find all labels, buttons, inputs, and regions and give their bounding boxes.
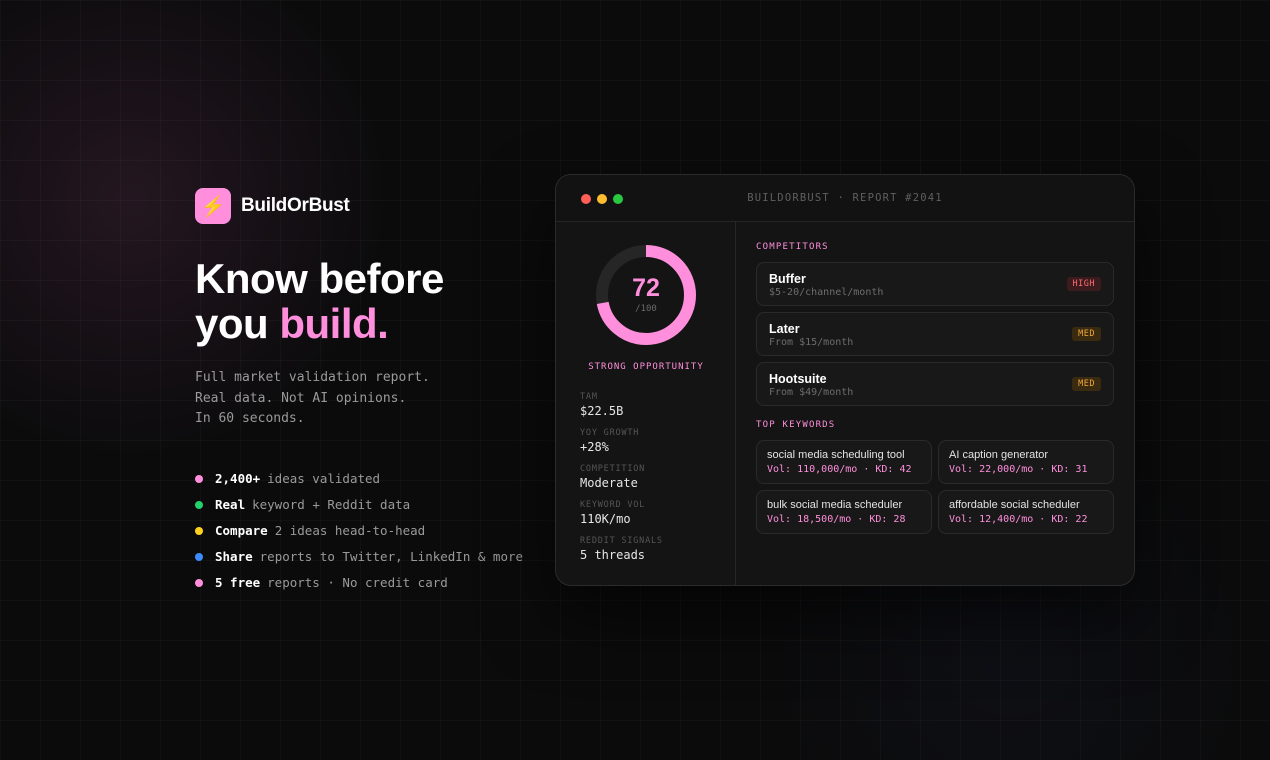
report-window: BUILDORBUST · REPORT #2041 72 /100 STRON…	[555, 174, 1135, 586]
stat-label: REDDIT SIGNALS	[580, 536, 663, 546]
keyword-term: social media scheduling tool	[767, 449, 905, 461]
stat-label: COMPETITION	[580, 464, 646, 474]
feature-bold: 5 free	[215, 575, 261, 590]
feature-text: reports to Twitter, LinkedIn & more	[259, 549, 524, 564]
keyword-card[interactable]: affordable social scheduler Vol: 12,400/…	[938, 490, 1114, 534]
competitor-price: From $49/month	[769, 387, 854, 398]
keyword-stats: Vol: 22,000/mo · KD: 31	[949, 464, 1088, 475]
feature-bold: Compare	[215, 523, 268, 538]
hero-section: ⚡ BuildOrBust Know before you build. Ful…	[195, 188, 535, 596]
keywords-title: TOP KEYWORDS	[756, 420, 836, 430]
keyword-term: affordable social scheduler	[949, 499, 1080, 511]
headline: Know before you build.	[195, 256, 535, 346]
competitor-card[interactable]: Buffer $5-20/channel/month HIGH	[756, 262, 1114, 306]
keyword-stats: Vol: 18,500/mo · KD: 28	[767, 514, 906, 525]
bullet-dot-icon	[195, 474, 203, 483]
stat-value: Moderate	[580, 476, 638, 490]
headline-accent: build.	[279, 300, 389, 347]
brand[interactable]: ⚡ BuildOrBust	[195, 188, 535, 224]
feature-text: 2 ideas head-to-head	[274, 523, 426, 538]
bullet-dot-icon	[195, 500, 203, 509]
feature-item: Share reports to Twitter, LinkedIn & more	[195, 544, 535, 570]
details-panel: COMPETITORS Buffer $5-20/channel/month H…	[736, 222, 1134, 585]
keyword-card[interactable]: AI caption generator Vol: 22,000/mo · KD…	[938, 440, 1114, 484]
score-max: /100	[635, 304, 657, 314]
subtitle-line: Real data. Not AI opinions.	[195, 390, 407, 406]
subtitle: Full market validation report. Real data…	[195, 368, 535, 430]
stat-keyword-vol: KEYWORD VOL 110K/mo	[580, 500, 663, 536]
stats-list: TAM $22.5B YOY GROWTH +28% COMPETITION M…	[580, 392, 663, 572]
competitor-name: Hootsuite	[769, 372, 827, 386]
stat-tam: TAM $22.5B	[580, 392, 663, 428]
keyword-term: bulk social media scheduler	[767, 499, 903, 511]
keyword-term: AI caption generator	[949, 449, 1049, 461]
stat-value: +28%	[580, 440, 609, 454]
feature-bold: Real	[215, 497, 246, 512]
stat-competition: COMPETITION Moderate	[580, 464, 663, 500]
headline-line1: Know before	[195, 255, 444, 302]
keyword-stats: Vol: 110,000/mo · KD: 42	[767, 464, 912, 475]
feature-text: ideas validated	[267, 471, 381, 486]
window-title: BUILDORBUST · REPORT #2041	[747, 192, 943, 204]
stat-reddit-signals: REDDIT SIGNALS 5 threads	[580, 536, 663, 572]
competitors-title: COMPETITORS	[756, 242, 829, 252]
stat-label: KEYWORD VOL	[580, 500, 646, 510]
stat-value: 110K/mo	[580, 512, 631, 526]
feature-text: reports · No credit card	[267, 575, 448, 590]
feature-bold: Share	[215, 549, 253, 564]
score-value: 72	[632, 274, 660, 302]
report-body: 72 /100 STRONG OPPORTUNITY TAM $22.5B YO…	[556, 222, 1134, 585]
headline-line2-prefix: you	[195, 300, 280, 347]
competitor-name: Buffer	[769, 272, 806, 286]
feature-item: Compare 2 ideas head-to-head	[195, 518, 535, 544]
competition-level-badge: HIGH	[1066, 277, 1101, 291]
lightning-icon: ⚡	[195, 188, 231, 224]
stat-label: TAM	[580, 392, 598, 402]
competitor-price: $5-20/channel/month	[769, 287, 884, 298]
bullet-dot-icon	[195, 552, 203, 561]
bullet-dot-icon	[195, 526, 203, 535]
stat-value: $22.5B	[580, 404, 624, 418]
feature-item: Real keyword + Reddit data	[195, 492, 535, 518]
feature-list: 2,400+ ideas validated Real keyword + Redd…	[195, 466, 535, 596]
feature-bold: 2,400+	[215, 471, 261, 486]
feature-item: 5 free reports · No credit card	[195, 570, 535, 596]
stat-value: 5 threads	[580, 548, 646, 562]
keyword-stats: Vol: 12,400/mo · KD: 22	[949, 514, 1088, 525]
competition-level-badge: MED	[1072, 327, 1101, 341]
competition-level-badge: MED	[1072, 377, 1101, 391]
keyword-card[interactable]: bulk social media scheduler Vol: 18,500/…	[756, 490, 932, 534]
keyword-card[interactable]: social media scheduling tool Vol: 110,00…	[756, 440, 932, 484]
keyword-grid: social media scheduling tool Vol: 110,00…	[756, 440, 1114, 534]
competitor-card[interactable]: Hootsuite From $49/month MED	[756, 362, 1114, 406]
score-verdict: STRONG OPPORTUNITY	[588, 362, 704, 372]
subtitle-line: Full market validation report.	[195, 370, 430, 385]
score-panel: 72 /100 STRONG OPPORTUNITY TAM $22.5B YO…	[556, 222, 736, 585]
window-titlebar: BUILDORBUST · REPORT #2041	[556, 175, 1134, 222]
stat-label: YOY GROWTH	[580, 428, 640, 438]
competitor-price: From $15/month	[769, 337, 854, 348]
bullet-dot-icon	[195, 578, 203, 587]
subtitle-line: In 60 seconds.	[195, 411, 305, 426]
competitor-card[interactable]: Later From $15/month MED	[756, 312, 1114, 356]
feature-text: keyword + Reddit data	[252, 497, 411, 512]
stat-yoy-growth: YOY GROWTH +28%	[580, 428, 663, 464]
competitor-name: Later	[769, 322, 800, 336]
feature-item: 2,400+ ideas validated	[195, 466, 535, 492]
competitor-list: Buffer $5-20/channel/month HIGH Later Fr…	[756, 262, 1114, 406]
brand-name: BuildOrBust	[241, 195, 350, 216]
